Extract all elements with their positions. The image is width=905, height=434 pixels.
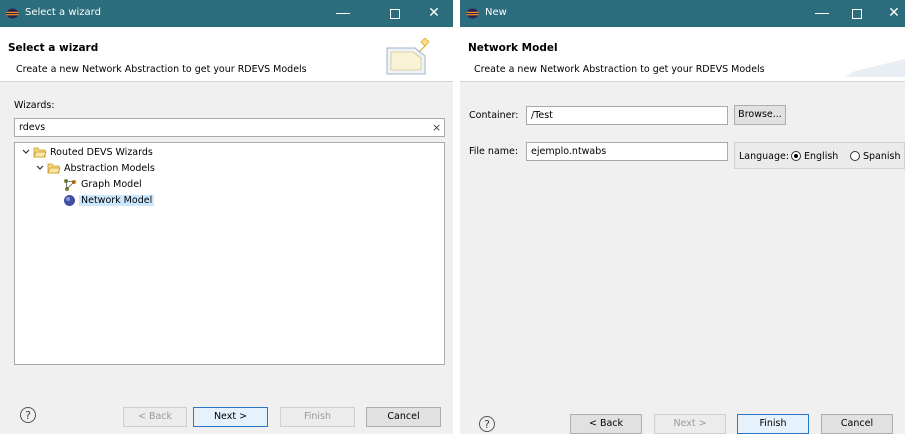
language-label: Language: — [739, 151, 790, 162]
maximize-button[interactable] — [390, 9, 400, 19]
next-button[interactable]: Next > — [193, 407, 268, 427]
wizard-banner-icon — [386, 38, 430, 75]
clear-filter-icon[interactable]: × — [432, 121, 441, 134]
svg-text:?: ? — [25, 409, 31, 422]
chevron-down-icon[interactable] — [35, 163, 45, 173]
back-button[interactable]: < Back — [570, 414, 642, 434]
window-title: Select a wizard — [25, 7, 101, 18]
window-title: New — [485, 7, 507, 18]
network-model-icon — [64, 195, 75, 206]
tree-item-network-model[interactable]: Network Model — [63, 194, 263, 210]
new-network-model-dialog: New ✕ Network Model Create a new Network… — [460, 0, 905, 434]
file-name-input[interactable]: ejemplo.ntwabs — [526, 142, 728, 161]
select-wizard-dialog: Select a wizard ✕ Select a wizard Create… — [0, 0, 453, 434]
page-title: Select a wizard — [8, 42, 99, 54]
file-name-label: File name: — [469, 146, 519, 157]
title-bar: Select a wizard ✕ — [0, 0, 453, 27]
wizard-header: Select a wizard Create a new Network Abs… — [0, 27, 453, 82]
eclipse-icon — [466, 8, 479, 19]
radio-english[interactable] — [791, 151, 801, 161]
folder-icon — [33, 147, 47, 158]
eclipse-icon — [6, 8, 19, 19]
graph-model-icon — [64, 179, 76, 191]
wizard-header: Network Model Create a new Network Abstr… — [460, 27, 905, 82]
help-icon[interactable]: ? — [478, 415, 496, 433]
svg-text:?: ? — [484, 418, 490, 431]
page-description: Create a new Network Abstraction to get … — [474, 64, 765, 75]
container-value: /Test — [531, 110, 553, 121]
tree-item-label: Routed DEVS Wizards — [50, 147, 153, 158]
maximize-button[interactable] — [852, 9, 862, 19]
tree-item-label: Network Model — [79, 195, 155, 206]
title-bar: New ✕ — [460, 0, 905, 27]
filter-value: rdevs — [19, 122, 46, 133]
next-button[interactable]: Next > — [654, 414, 726, 434]
tree-item-routed-devs-wizards[interactable]: Routed DEVS Wizards — [21, 146, 221, 162]
back-button[interactable]: < Back — [123, 407, 187, 427]
radio-spanish[interactable] — [850, 151, 860, 161]
tree-item-label: Graph Model — [81, 179, 142, 190]
tree-item-label: Abstraction Models — [64, 163, 155, 174]
cancel-button[interactable]: Cancel — [366, 407, 441, 427]
wizard-banner-icon — [845, 59, 905, 77]
page-description: Create a new Network Abstraction to get … — [16, 64, 307, 75]
wizard-filter-input[interactable]: rdevs — [14, 118, 445, 137]
wizards-label: Wizards: — [14, 100, 55, 111]
file-name-value: ejemplo.ntwabs — [531, 146, 607, 157]
minimize-button[interactable] — [336, 6, 350, 14]
container-label: Container: — [469, 110, 519, 121]
chevron-down-icon[interactable] — [21, 147, 31, 157]
language-group: Language: English Spanish — [734, 142, 905, 169]
finish-button[interactable]: Finish — [737, 414, 809, 434]
close-button[interactable]: ✕ — [887, 6, 901, 20]
tree-item-abstraction-models[interactable]: Abstraction Models — [35, 162, 235, 178]
folder-icon — [47, 163, 61, 174]
wizard-tree[interactable]: Routed DEVS Wizards Abstraction Models G… — [14, 142, 445, 365]
help-icon[interactable]: ? — [19, 406, 37, 424]
page-title: Network Model — [468, 42, 558, 54]
browse-button[interactable]: Browse... — [734, 105, 786, 125]
tree-item-graph-model[interactable]: Graph Model — [63, 178, 263, 194]
cancel-button[interactable]: Cancel — [821, 414, 893, 434]
container-input[interactable]: /Test — [526, 106, 728, 125]
minimize-button[interactable] — [815, 6, 829, 14]
close-button[interactable]: ✕ — [427, 6, 441, 20]
finish-button[interactable]: Finish — [280, 407, 355, 427]
radio-spanish-label[interactable]: Spanish — [863, 151, 901, 162]
radio-english-label[interactable]: English — [804, 151, 838, 162]
